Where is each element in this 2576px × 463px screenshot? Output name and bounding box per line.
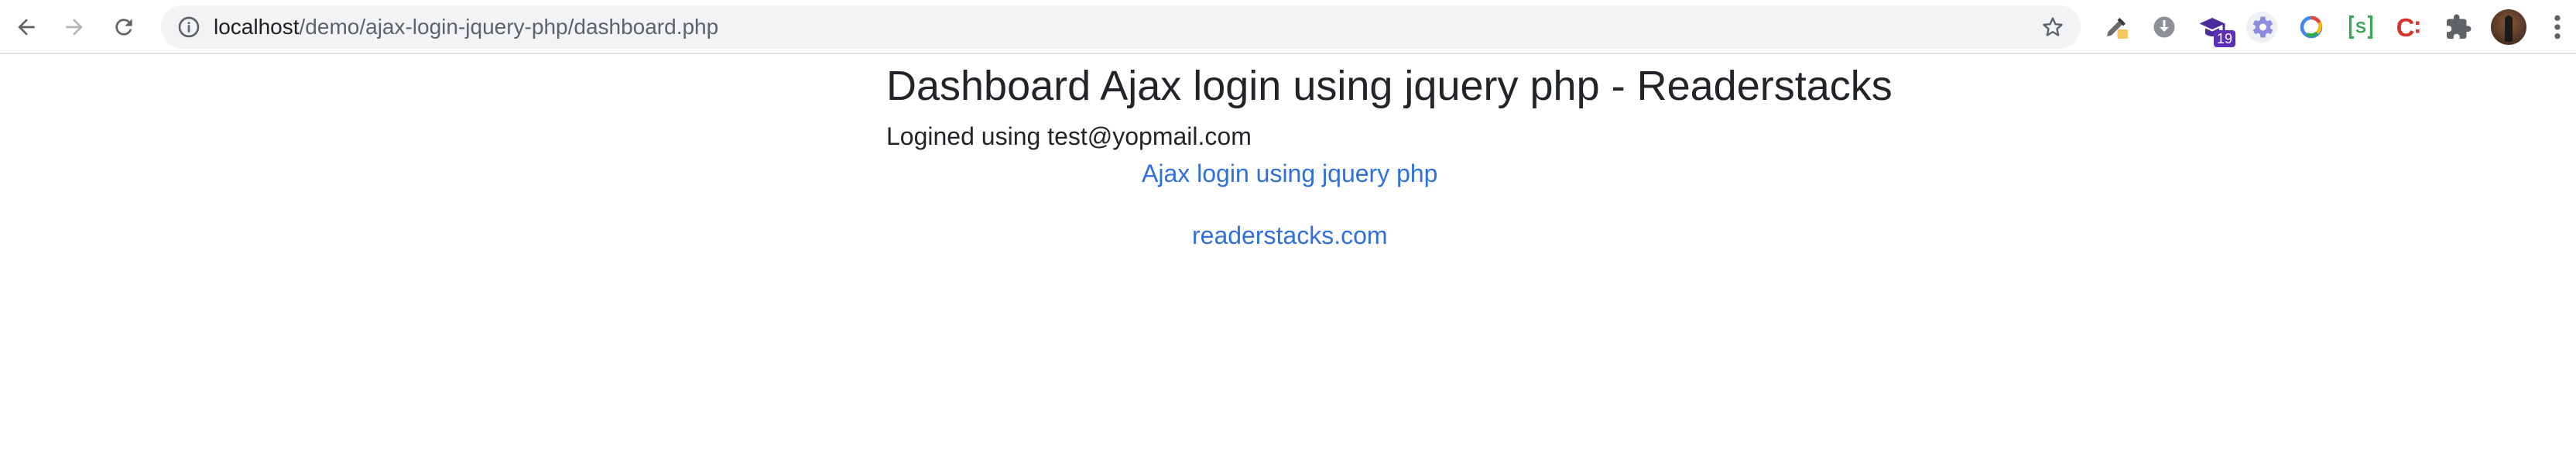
download-circle-icon: [2153, 16, 2175, 38]
browser-toolbar: localhost/demo/ajax-login-jquery-php/das…: [0, 0, 2576, 54]
info-icon[interactable]: [176, 15, 201, 39]
puzzle-icon: [2447, 14, 2472, 39]
chrome-ring-icon: [2300, 15, 2323, 39]
avatar-figure: [2505, 15, 2513, 42]
extensions-button[interactable]: [2443, 12, 2474, 43]
arrow-left-icon: [18, 19, 35, 36]
address-bar[interactable]: localhost/demo/ajax-login-jquery-php/das…: [161, 5, 2081, 49]
extension-graduation[interactable]: 19: [2197, 12, 2235, 47]
eyedropper-icon: [2107, 18, 2128, 39]
s-bracket-icon: S: [2348, 15, 2373, 39]
svg-text:S: S: [2355, 19, 2366, 37]
extension-eyedropper[interactable]: [2101, 12, 2132, 43]
url-text[interactable]: localhost/demo/ajax-login-jquery-php/das…: [214, 5, 718, 49]
ajax-login-link[interactable]: Ajax login using jquery php: [1142, 156, 1437, 190]
gear-icon: [2252, 16, 2273, 38]
extension-c-colon[interactable]: C: [2393, 12, 2424, 43]
readerstacks-link[interactable]: readerstacks.com: [1192, 218, 1388, 252]
extension-download[interactable]: [2149, 12, 2180, 43]
profile-avatar[interactable]: [2491, 9, 2526, 45]
login-info: Logined using test@yopmail.com: [886, 122, 1252, 150]
extension-s-bracket[interactable]: S: [2345, 12, 2376, 43]
page-title: Dashboard Ajax login using jquery php - …: [886, 63, 1893, 109]
reload-icon: [115, 19, 132, 36]
url-host: localhost: [214, 15, 300, 39]
extension-badge: 19: [2213, 30, 2235, 47]
c-colon-icon: C: [2396, 13, 2420, 41]
forward-button[interactable]: [56, 9, 93, 46]
svg-text:C: C: [2396, 13, 2415, 41]
star-icon[interactable]: [2040, 15, 2065, 39]
more-menu-icon[interactable]: [2550, 12, 2565, 43]
url-path: /demo/ajax-login-jquery-php/dashboard.ph…: [299, 15, 719, 39]
arrow-right-icon: [66, 19, 83, 36]
extension-ring[interactable]: [2296, 12, 2327, 43]
back-button[interactable]: [8, 9, 45, 46]
extension-gear[interactable]: [2246, 12, 2277, 43]
reload-button[interactable]: [105, 9, 142, 46]
